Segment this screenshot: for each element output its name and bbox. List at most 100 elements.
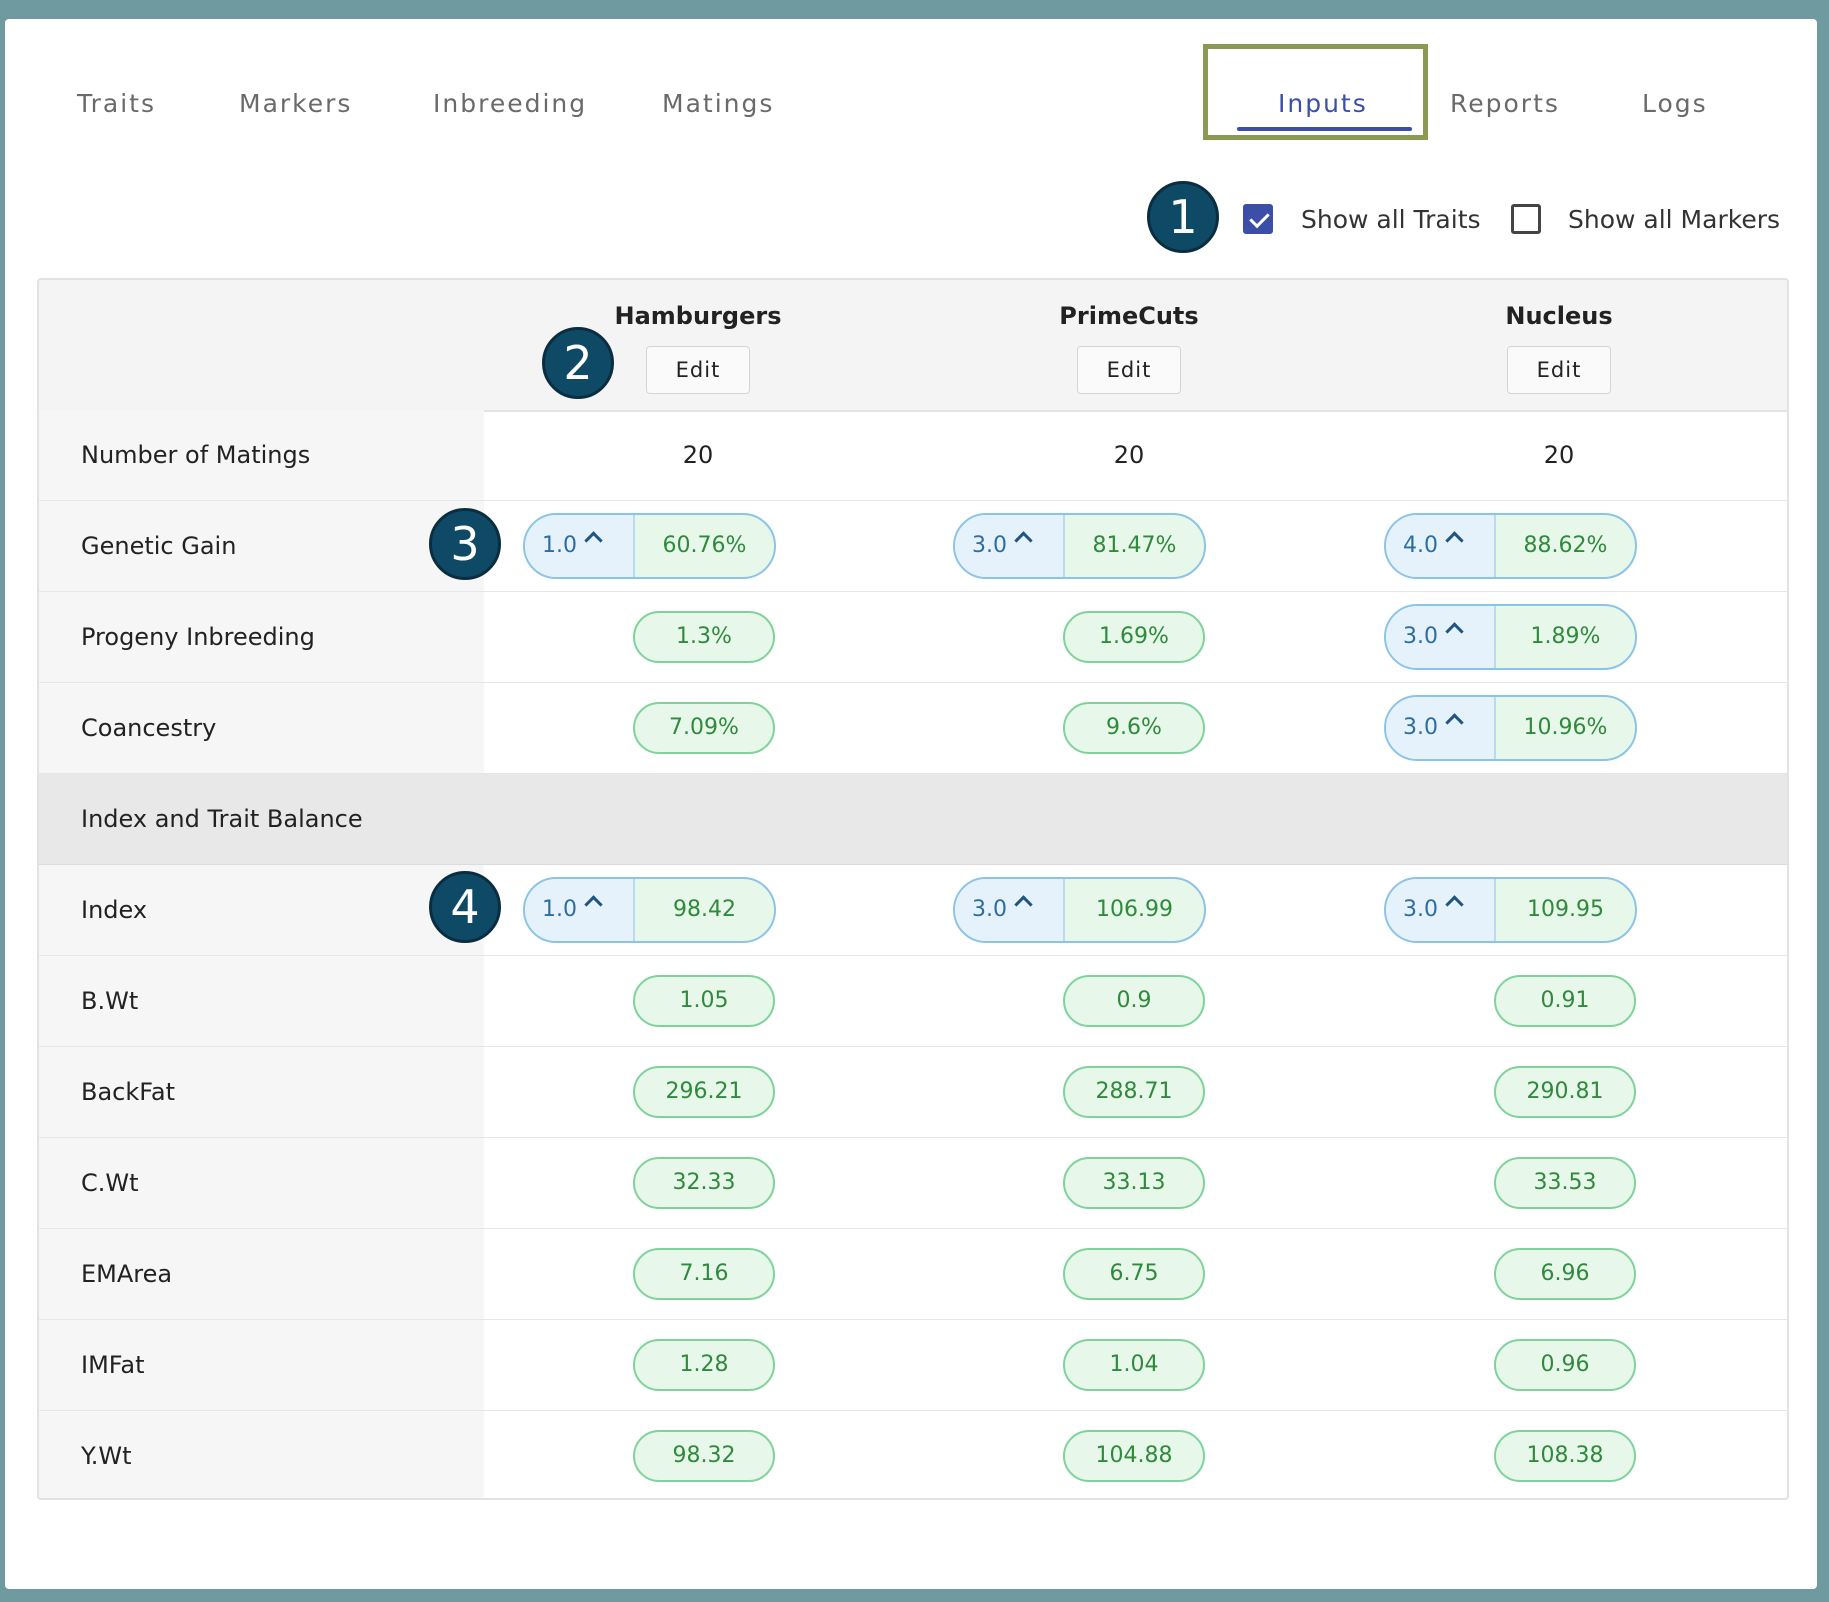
step-badge-2: 2 — [542, 327, 614, 399]
progeny-inbreeding-primecuts: 1.69% — [1063, 611, 1205, 663]
table-header: Hamburgers Edit PrimeCuts Edit Nucleus E… — [39, 280, 1787, 412]
table-row-trait: IMFat 1.28 1.04 0.96 — [39, 1320, 1787, 1411]
chevron-up-icon — [1445, 622, 1464, 641]
coancestry-nucleus-pill: 3.0 10.96% — [1384, 695, 1637, 761]
tab-bar: Traits Markers Inbreeding Matings Inputs… — [5, 19, 1817, 169]
row-label: BackFat — [81, 1078, 175, 1106]
trait-value-nucleus: 0.96 — [1494, 1339, 1636, 1391]
inputs-table: Hamburgers Edit PrimeCuts Edit Nucleus E… — [37, 278, 1789, 1500]
tab-inbreeding[interactable]: Inbreeding — [433, 89, 587, 118]
weight-dropdown[interactable]: 3.0 — [1386, 879, 1496, 941]
column-title-hamburgers: Hamburgers — [614, 302, 782, 330]
matings-hamburgers: 20 — [682, 441, 714, 469]
weight-dropdown[interactable]: 3.0 — [1386, 606, 1496, 668]
table-row-trait: B.Wt 1.05 0.9 0.91 — [39, 956, 1787, 1047]
row-label: Y.Wt — [81, 1442, 132, 1470]
index-hamburgers-pill: 1.0 98.42 — [523, 877, 776, 943]
row-label: C.Wt — [81, 1169, 139, 1197]
show-all-traits-checkbox[interactable] — [1243, 204, 1273, 234]
trait-value-hamburgers: 296.21 — [633, 1066, 775, 1118]
row-label: EMArea — [81, 1260, 173, 1288]
row-label: Genetic Gain — [81, 532, 237, 560]
chevron-up-icon — [1014, 531, 1033, 550]
trait-value-hamburgers: 98.32 — [633, 1430, 775, 1482]
weight-dropdown[interactable]: 3.0 — [955, 879, 1065, 941]
genetic-gain-nucleus-pill: 4.0 88.62% — [1384, 513, 1637, 579]
table-row-genetic-gain: Genetic Gain 1.0 60.76% 3.0 81.47% 4.0 8… — [39, 501, 1787, 592]
tab-matings[interactable]: Matings — [662, 89, 774, 118]
chevron-up-icon — [584, 895, 603, 914]
table-row-trait: Y.Wt 98.32 104.88 108.38 — [39, 1411, 1787, 1498]
section-header-index-trait-balance: Index and Trait Balance — [39, 774, 1787, 865]
weight-dropdown[interactable]: 4.0 — [1386, 515, 1496, 577]
show-all-markers-label: Show all Markers — [1568, 205, 1780, 234]
step-badge-3: 3 — [429, 508, 501, 580]
table-row-trait: BackFat 296.21 288.71 290.81 — [39, 1047, 1787, 1138]
pill-value: 88.62% — [1523, 533, 1608, 558]
pill-value: 109.95 — [1527, 897, 1604, 922]
coancestry-primecuts: 9.6% — [1063, 702, 1205, 754]
trait-value-hamburgers: 7.16 — [633, 1248, 775, 1300]
trait-value-primecuts: 33.13 — [1063, 1157, 1205, 1209]
trait-value-hamburgers: 1.28 — [633, 1339, 775, 1391]
weight-dropdown[interactable]: 1.0 — [525, 515, 635, 577]
trait-value-primecuts: 1.04 — [1063, 1339, 1205, 1391]
column-title-nucleus: Nucleus — [1505, 302, 1613, 330]
table-row-progeny-inbreeding: Progeny Inbreeding 1.3% 1.69% 3.0 1.89% — [39, 592, 1787, 683]
chevron-up-icon — [1445, 531, 1464, 550]
row-label: Coancestry — [81, 714, 217, 742]
step-badge-1: 1 — [1147, 181, 1219, 253]
weight-dropdown[interactable]: 3.0 — [955, 515, 1065, 577]
index-nucleus-pill: 3.0 109.95 — [1384, 877, 1637, 943]
edit-primecuts-button[interactable]: Edit — [1077, 346, 1181, 394]
section-label: Index and Trait Balance — [81, 805, 363, 833]
trait-value-primecuts: 6.75 — [1063, 1248, 1205, 1300]
weight-dropdown[interactable]: 3.0 — [1386, 697, 1496, 759]
tab-traits[interactable]: Traits — [77, 89, 156, 118]
tab-logs[interactable]: Logs — [1642, 89, 1708, 118]
column-title-primecuts: PrimeCuts — [1059, 302, 1199, 330]
weight-dropdown[interactable]: 1.0 — [525, 879, 635, 941]
trait-value-primecuts: 288.71 — [1063, 1066, 1205, 1118]
pill-value: 81.47% — [1092, 533, 1177, 558]
index-primecuts-pill: 3.0 106.99 — [953, 877, 1206, 943]
trait-value-hamburgers: 32.33 — [633, 1157, 775, 1209]
chevron-up-icon — [584, 531, 603, 550]
row-label: Index — [81, 896, 148, 924]
chevron-up-icon — [1445, 713, 1464, 732]
trait-value-primecuts: 0.9 — [1063, 975, 1205, 1027]
edit-hamburgers-button[interactable]: Edit — [646, 346, 750, 394]
trait-value-nucleus: 33.53 — [1494, 1157, 1636, 1209]
row-label: IMFat — [81, 1351, 145, 1379]
tab-reports[interactable]: Reports — [1450, 89, 1560, 118]
genetic-gain-primecuts-pill: 3.0 81.47% — [953, 513, 1206, 579]
tab-markers[interactable]: Markers — [239, 89, 352, 118]
pill-value: 98.42 — [673, 897, 736, 922]
edit-nucleus-button[interactable]: Edit — [1507, 346, 1611, 394]
step-badge-4: 4 — [429, 871, 501, 943]
trait-value-nucleus: 290.81 — [1494, 1066, 1636, 1118]
show-all-markers-checkbox[interactable] — [1511, 204, 1541, 234]
row-label: Progeny Inbreeding — [81, 623, 315, 651]
table-row-index: Index 1.0 98.42 3.0 106.99 3.0 109.95 — [39, 865, 1787, 956]
pill-value: 60.76% — [662, 533, 747, 558]
pill-value: 1.89% — [1530, 624, 1601, 649]
table-row-trait: C.Wt 32.33 33.13 33.53 — [39, 1138, 1787, 1229]
chevron-up-icon — [1445, 895, 1464, 914]
table-row-coancestry: Coancestry 7.09% 9.6% 3.0 10.96% — [39, 683, 1787, 774]
chevron-up-icon — [1014, 895, 1033, 914]
table-row-number-of-matings: Number of Matings 20 20 20 — [39, 410, 1787, 501]
coancestry-hamburgers: 7.09% — [633, 702, 775, 754]
trait-value-hamburgers: 1.05 — [633, 975, 775, 1027]
trait-value-nucleus: 108.38 — [1494, 1430, 1636, 1482]
table-row-trait: EMArea 7.16 6.75 6.96 — [39, 1229, 1787, 1320]
matings-primecuts: 20 — [1113, 441, 1145, 469]
row-label: Number of Matings — [81, 441, 311, 469]
pill-value: 10.96% — [1523, 715, 1608, 740]
progeny-inbreeding-hamburgers: 1.3% — [633, 611, 775, 663]
pill-value: 106.99 — [1096, 897, 1173, 922]
matings-nucleus: 20 — [1543, 441, 1575, 469]
row-label: B.Wt — [81, 987, 139, 1015]
trait-value-primecuts: 104.88 — [1063, 1430, 1205, 1482]
trait-value-nucleus: 0.91 — [1494, 975, 1636, 1027]
